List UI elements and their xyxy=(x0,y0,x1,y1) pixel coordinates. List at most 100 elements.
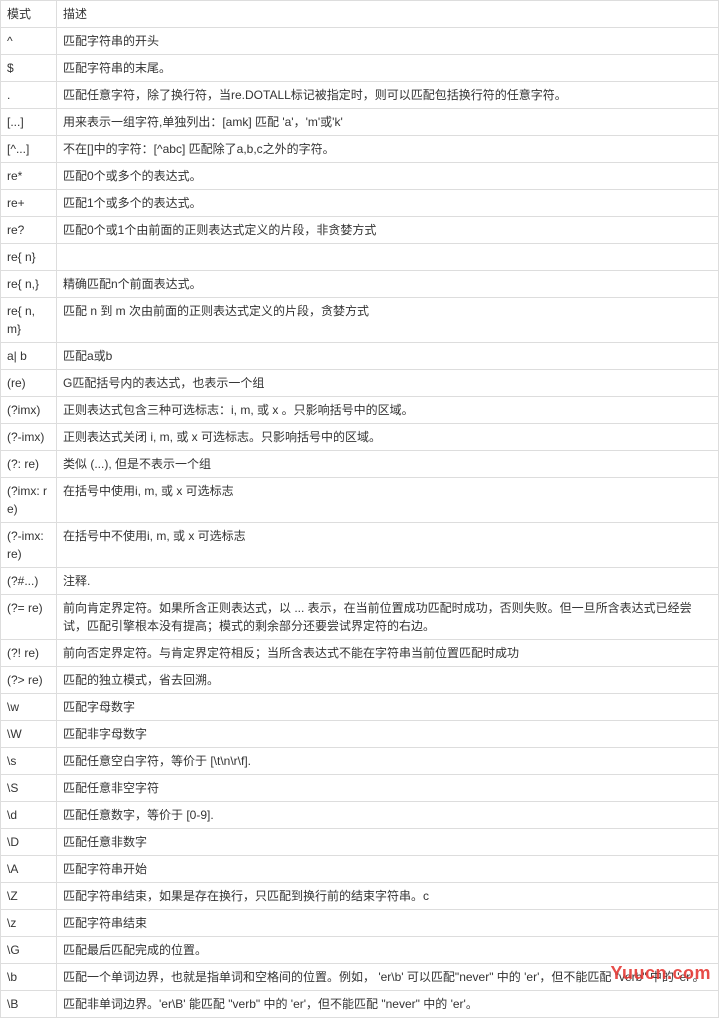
cell-pattern: ^ xyxy=(1,28,57,55)
cell-pattern: (?#...) xyxy=(1,568,57,595)
table-row: \b匹配一个单词边界，也就是指单词和空格间的位置。例如， 'er\b' 可以匹配… xyxy=(1,964,719,991)
cell-description: 精确匹配n个前面表达式。 xyxy=(57,271,719,298)
cell-description: 用来表示一组字符,单独列出：[amk] 匹配 'a'，'m'或'k' xyxy=(57,109,719,136)
cell-description: 前向肯定界定符。如果所含正则表达式，以 ... 表示，在当前位置成功匹配时成功，… xyxy=(57,595,719,640)
table-row: \d匹配任意数字，等价于 [0-9]. xyxy=(1,802,719,829)
cell-description: 匹配0个或多个的表达式。 xyxy=(57,163,719,190)
cell-pattern: (?-imx) xyxy=(1,424,57,451)
table-row: re{ n} xyxy=(1,244,719,271)
table-row: ^匹配字符串的开头 xyxy=(1,28,719,55)
cell-pattern: \W xyxy=(1,721,57,748)
cell-description: 匹配任意数字，等价于 [0-9]. xyxy=(57,802,719,829)
regex-reference-table: 模式 描述 ^匹配字符串的开头$匹配字符串的末尾。.匹配任意字符，除了换行符，当… xyxy=(0,0,719,1018)
cell-description: 匹配字符串的开头 xyxy=(57,28,719,55)
cell-description: 前向否定界定符。与肯定界定符相反；当所含表达式不能在字符串当前位置匹配时成功 xyxy=(57,640,719,667)
cell-description: 匹配最后匹配完成的位置。 xyxy=(57,937,719,964)
table-row: \A匹配字符串开始 xyxy=(1,856,719,883)
cell-pattern: $ xyxy=(1,55,57,82)
table-row: .匹配任意字符，除了换行符，当re.DOTALL标记被指定时，则可以匹配包括换行… xyxy=(1,82,719,109)
cell-description: 匹配的独立模式，省去回溯。 xyxy=(57,667,719,694)
cell-pattern: \Z xyxy=(1,883,57,910)
table-row: re*匹配0个或多个的表达式。 xyxy=(1,163,719,190)
cell-description: 匹配非单词边界。'er\B' 能匹配 "verb" 中的 'er'，但不能匹配 … xyxy=(57,991,719,1018)
cell-description: 在括号中不使用i, m, 或 x 可选标志 xyxy=(57,523,719,568)
table-row: $匹配字符串的末尾。 xyxy=(1,55,719,82)
table-row: [...]用来表示一组字符,单独列出：[amk] 匹配 'a'，'m'或'k' xyxy=(1,109,719,136)
table-row: re{ n,}精确匹配n个前面表达式。 xyxy=(1,271,719,298)
table-row: a| b匹配a或b xyxy=(1,343,719,370)
table-row: \Z匹配字符串结束，如果是存在换行，只匹配到换行前的结束字符串。c xyxy=(1,883,719,910)
cell-pattern: (?> re) xyxy=(1,667,57,694)
cell-description: 匹配字符串开始 xyxy=(57,856,719,883)
cell-pattern: \b xyxy=(1,964,57,991)
table-row: re{ n, m}匹配 n 到 m 次由前面的正则表达式定义的片段，贪婪方式 xyxy=(1,298,719,343)
cell-description: 匹配任意空白字符，等价于 [\t\n\r\f]. xyxy=(57,748,719,775)
table-row: (?= re)前向肯定界定符。如果所含正则表达式，以 ... 表示，在当前位置成… xyxy=(1,595,719,640)
cell-pattern: \w xyxy=(1,694,57,721)
table-row: re+匹配1个或多个的表达式。 xyxy=(1,190,719,217)
cell-description: 匹配1个或多个的表达式。 xyxy=(57,190,719,217)
table-row: (?! re)前向否定界定符。与肯定界定符相反；当所含表达式不能在字符串当前位置… xyxy=(1,640,719,667)
table-row: re?匹配0个或1个由前面的正则表达式定义的片段，非贪婪方式 xyxy=(1,217,719,244)
cell-description: 匹配字符串结束，如果是存在换行，只匹配到换行前的结束字符串。c xyxy=(57,883,719,910)
cell-pattern: \s xyxy=(1,748,57,775)
table-row: (?imx: re)在括号中使用i, m, 或 x 可选标志 xyxy=(1,478,719,523)
cell-description: 正则表达式关闭 i, m, 或 x 可选标志。只影响括号中的区域。 xyxy=(57,424,719,451)
cell-pattern: (?! re) xyxy=(1,640,57,667)
cell-pattern: \S xyxy=(1,775,57,802)
cell-description: 正则表达式包含三种可选标志：i, m, 或 x 。只影响括号中的区域。 xyxy=(57,397,719,424)
cell-description: 注释. xyxy=(57,568,719,595)
cell-description: 匹配字母数字 xyxy=(57,694,719,721)
cell-description xyxy=(57,244,719,271)
header-pattern: 模式 xyxy=(1,1,57,28)
cell-pattern: \A xyxy=(1,856,57,883)
table-row: (?#...)注释. xyxy=(1,568,719,595)
cell-pattern: \d xyxy=(1,802,57,829)
table-row: \z匹配字符串结束 xyxy=(1,910,719,937)
table-row: \w匹配字母数字 xyxy=(1,694,719,721)
table-row: \D匹配任意非数字 xyxy=(1,829,719,856)
table-row: \B匹配非单词边界。'er\B' 能匹配 "verb" 中的 'er'，但不能匹… xyxy=(1,991,719,1018)
table-row: \W匹配非字母数字 xyxy=(1,721,719,748)
cell-description: 匹配任意非空字符 xyxy=(57,775,719,802)
cell-pattern: \D xyxy=(1,829,57,856)
cell-description: 在括号中使用i, m, 或 x 可选标志 xyxy=(57,478,719,523)
cell-description: 匹配非字母数字 xyxy=(57,721,719,748)
cell-description: G匹配括号内的表达式，也表示一个组 xyxy=(57,370,719,397)
header-description: 描述 xyxy=(57,1,719,28)
cell-pattern: [^...] xyxy=(1,136,57,163)
cell-pattern: re{ n, m} xyxy=(1,298,57,343)
table-row: (?-imx)正则表达式关闭 i, m, 或 x 可选标志。只影响括号中的区域。 xyxy=(1,424,719,451)
cell-pattern: \B xyxy=(1,991,57,1018)
cell-description: 类似 (...), 但是不表示一个组 xyxy=(57,451,719,478)
cell-description: 匹配任意非数字 xyxy=(57,829,719,856)
table-row: [^...]不在[]中的字符：[^abc] 匹配除了a,b,c之外的字符。 xyxy=(1,136,719,163)
cell-pattern: (?: re) xyxy=(1,451,57,478)
cell-pattern: (?imx) xyxy=(1,397,57,424)
cell-pattern: (re) xyxy=(1,370,57,397)
cell-pattern: [...] xyxy=(1,109,57,136)
table-header-row: 模式 描述 xyxy=(1,1,719,28)
table-row: (?: re)类似 (...), 但是不表示一个组 xyxy=(1,451,719,478)
table-row: (?> re)匹配的独立模式，省去回溯。 xyxy=(1,667,719,694)
table-row: (?-imx: re)在括号中不使用i, m, 或 x 可选标志 xyxy=(1,523,719,568)
cell-pattern: \z xyxy=(1,910,57,937)
cell-pattern: (?-imx: re) xyxy=(1,523,57,568)
cell-description: 匹配a或b xyxy=(57,343,719,370)
table-row: (?imx)正则表达式包含三种可选标志：i, m, 或 x 。只影响括号中的区域… xyxy=(1,397,719,424)
cell-pattern: (?imx: re) xyxy=(1,478,57,523)
cell-pattern: . xyxy=(1,82,57,109)
cell-description: 匹配0个或1个由前面的正则表达式定义的片段，非贪婪方式 xyxy=(57,217,719,244)
cell-description: 匹配任意字符，除了换行符，当re.DOTALL标记被指定时，则可以匹配包括换行符… xyxy=(57,82,719,109)
cell-description: 匹配 n 到 m 次由前面的正则表达式定义的片段，贪婪方式 xyxy=(57,298,719,343)
cell-description: 匹配字符串结束 xyxy=(57,910,719,937)
table-row: \G匹配最后匹配完成的位置。 xyxy=(1,937,719,964)
table-row: \S匹配任意非空字符 xyxy=(1,775,719,802)
cell-pattern: re{ n,} xyxy=(1,271,57,298)
cell-pattern: (?= re) xyxy=(1,595,57,640)
cell-description: 匹配字符串的末尾。 xyxy=(57,55,719,82)
cell-pattern: re+ xyxy=(1,190,57,217)
cell-pattern: \G xyxy=(1,937,57,964)
cell-pattern: re* xyxy=(1,163,57,190)
cell-description: 匹配一个单词边界，也就是指单词和空格间的位置。例如， 'er\b' 可以匹配"n… xyxy=(57,964,719,991)
